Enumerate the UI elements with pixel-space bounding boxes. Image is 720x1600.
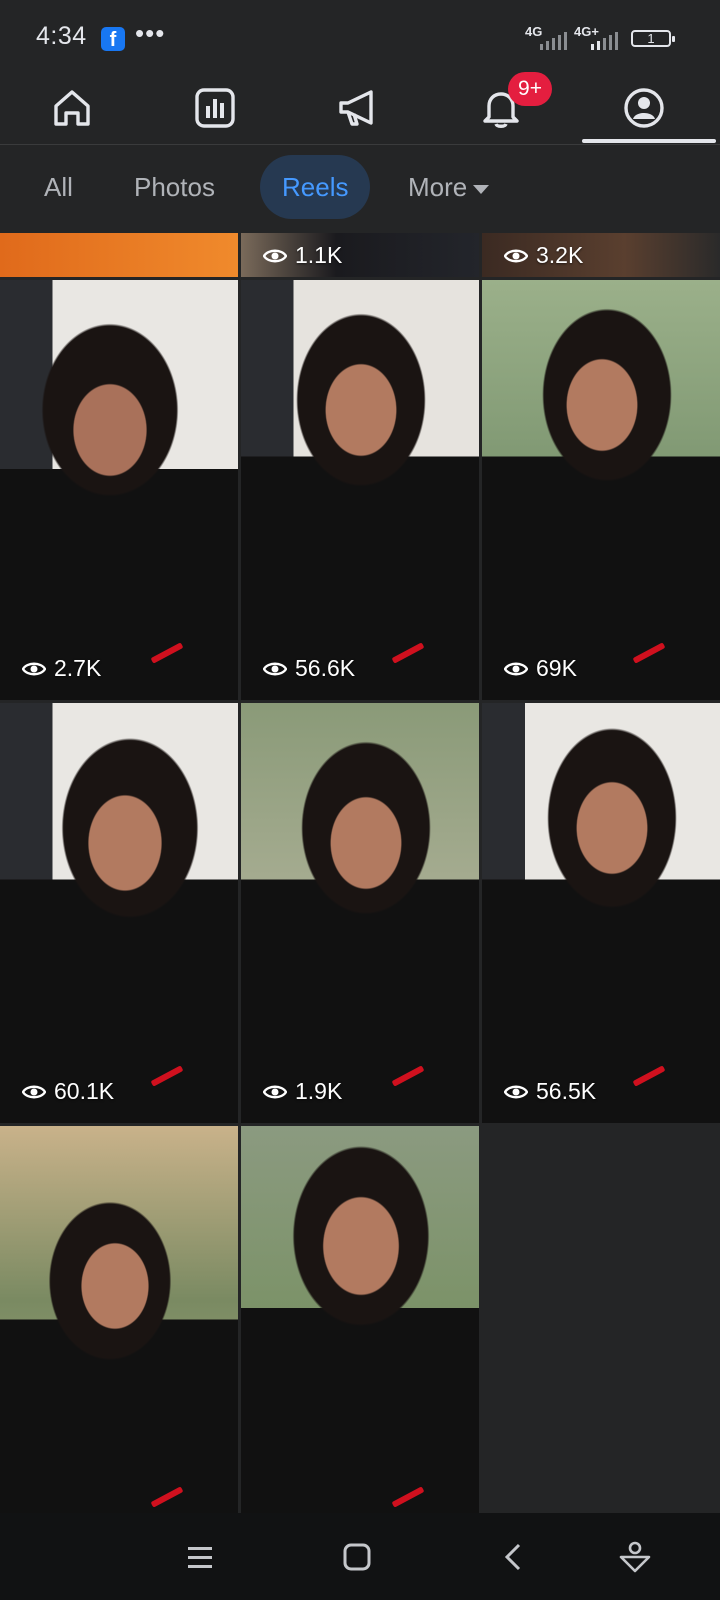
megaphone-icon bbox=[339, 90, 373, 126]
eye-icon bbox=[263, 662, 287, 675]
tab-more[interactable]: More bbox=[408, 155, 490, 219]
tab-all[interactable]: All bbox=[44, 155, 73, 219]
reel-image bbox=[241, 703, 479, 1123]
view-count: 1.1K bbox=[263, 242, 342, 269]
reel-thumbnail[interactable]: 1.9K bbox=[241, 703, 479, 1123]
tab-more-label: More bbox=[408, 172, 468, 202]
tab-reels[interactable]: Reels bbox=[260, 155, 371, 219]
view-count-value: 56.6K bbox=[295, 655, 356, 681]
status-time: 4:34 bbox=[36, 22, 87, 50]
view-count-value: 56.5K bbox=[536, 1078, 597, 1104]
reel-thumbnail[interactable]: 2.7K bbox=[0, 280, 238, 700]
reel-image bbox=[241, 280, 479, 700]
view-count: 69K bbox=[504, 655, 577, 682]
notification-count-badge: 9+ bbox=[508, 72, 552, 106]
nav-profile-button[interactable] bbox=[614, 78, 674, 138]
assistant-button[interactable] bbox=[613, 1535, 657, 1579]
view-count-value: 60.1K bbox=[54, 1078, 115, 1104]
reel-thumbnail[interactable]: 3.2K bbox=[482, 233, 720, 277]
reel-thumbnail[interactable]: 1.1K bbox=[241, 233, 479, 277]
status-bar: 4:34 f ••• 4G 4G+ 1 bbox=[0, 0, 720, 72]
nav-ads-button[interactable] bbox=[328, 78, 388, 138]
system-home-button[interactable] bbox=[335, 1535, 379, 1579]
reels-grid: 1.1K 3.2K 2.7K 56.6K 69K 60.1K 1.9K 56.5… bbox=[0, 233, 720, 1513]
nav-dashboard-button[interactable] bbox=[185, 78, 245, 138]
view-count: 56.5K bbox=[504, 1078, 596, 1105]
reel-image bbox=[482, 703, 720, 1123]
recents-button[interactable] bbox=[178, 1535, 222, 1579]
eye-icon bbox=[22, 662, 46, 675]
reel-thumbnail[interactable] bbox=[241, 1126, 479, 1513]
view-count: 60.1K bbox=[22, 1078, 114, 1105]
signal-strength-2-icon bbox=[591, 30, 621, 50]
reel-image bbox=[241, 1126, 479, 1513]
view-count-value: 1.9K bbox=[295, 1078, 343, 1104]
nav-home-button[interactable] bbox=[42, 78, 102, 138]
view-count: 3.2K bbox=[504, 242, 583, 269]
eye-icon bbox=[263, 249, 287, 262]
view-count-value: 2.7K bbox=[54, 655, 102, 681]
menu-icon bbox=[188, 1547, 212, 1568]
eye-icon bbox=[504, 662, 528, 675]
more-notifications-icon: ••• bbox=[135, 18, 166, 48]
view-count-value: 1.1K bbox=[295, 242, 343, 268]
reel-image bbox=[0, 233, 238, 277]
view-count-value: 3.2K bbox=[536, 242, 584, 268]
reel-image bbox=[482, 280, 720, 700]
eye-icon bbox=[504, 1085, 528, 1098]
reel-thumbnail[interactable] bbox=[0, 233, 238, 277]
profile-icon bbox=[624, 88, 664, 128]
facebook-app-icon: f bbox=[101, 27, 125, 51]
active-tab-indicator bbox=[582, 139, 716, 143]
top-navigation: 9+ bbox=[0, 72, 720, 145]
home-square-icon bbox=[343, 1543, 371, 1571]
view-count: 2.7K bbox=[22, 655, 101, 682]
tab-photos[interactable]: Photos bbox=[134, 155, 215, 219]
eye-icon bbox=[263, 1085, 287, 1098]
dashboard-icon bbox=[195, 88, 235, 128]
battery-icon: 1 bbox=[631, 30, 675, 47]
view-count: 56.6K bbox=[263, 655, 355, 682]
reel-image bbox=[0, 1126, 238, 1513]
caret-down-icon bbox=[473, 184, 490, 194]
view-count-value: 69K bbox=[536, 655, 577, 681]
reel-thumbnail[interactable]: 60.1K bbox=[0, 703, 238, 1123]
assistant-icon bbox=[619, 1541, 651, 1573]
eye-icon bbox=[22, 1085, 46, 1098]
reel-thumbnail[interactable] bbox=[0, 1126, 238, 1513]
reel-image bbox=[0, 703, 238, 1123]
reel-image bbox=[0, 280, 238, 700]
reel-thumbnail[interactable]: 69K bbox=[482, 280, 720, 700]
view-count: 1.9K bbox=[263, 1078, 342, 1105]
system-navigation-bar bbox=[0, 1513, 720, 1600]
reel-thumbnail[interactable]: 56.6K bbox=[241, 280, 479, 700]
reel-thumbnail[interactable]: 56.5K bbox=[482, 703, 720, 1123]
home-icon bbox=[54, 90, 90, 126]
content-filter-tabs: All Photos Reels More bbox=[0, 145, 720, 233]
system-back-button[interactable] bbox=[492, 1535, 536, 1579]
back-icon bbox=[504, 1543, 521, 1571]
eye-icon bbox=[504, 249, 528, 262]
signal-strength-1-icon bbox=[540, 30, 570, 50]
